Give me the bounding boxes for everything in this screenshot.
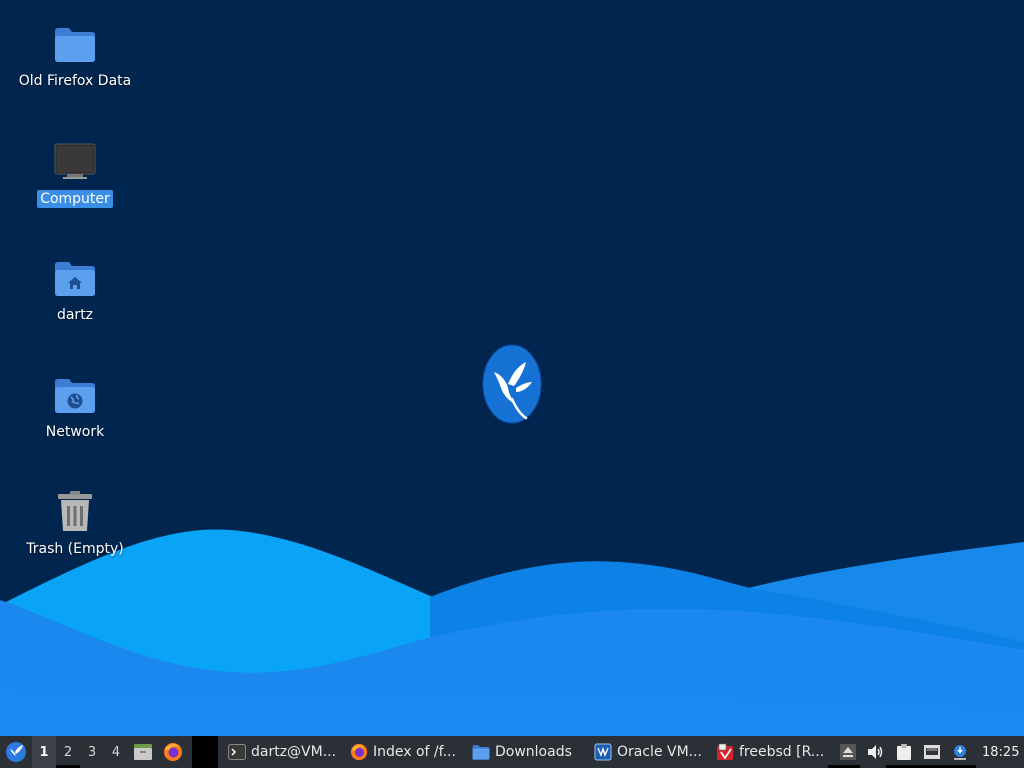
workspace-4[interactable]: 4 — [104, 736, 128, 768]
task-freebsd-vm[interactable]: freebsd [R... — [710, 736, 832, 768]
firefox-icon — [350, 743, 368, 761]
terminal-icon — [228, 744, 246, 760]
clipboard-icon — [897, 744, 911, 760]
virtualbox-icon — [594, 743, 612, 761]
trash-icon — [53, 490, 97, 534]
file-manager-icon — [134, 744, 152, 760]
task-label: freebsd [R... — [739, 744, 825, 760]
network-wired-icon — [924, 745, 940, 759]
workspace-switcher: 1 2 3 4 — [32, 736, 128, 768]
hummingbird-logo — [482, 344, 542, 424]
file-manager-launcher[interactable] — [128, 736, 158, 768]
task-list: dartz@VM... Index of /f... Downloads Ora… — [222, 736, 832, 768]
desktop-icon-label: dartz — [56, 307, 94, 323]
update-notifier-icon — [954, 745, 966, 760]
task-firefox[interactable]: Index of /f... — [344, 736, 466, 768]
desktop-icon-label: Computer — [37, 190, 113, 208]
workspace-2[interactable]: 2 — [56, 736, 80, 768]
virtualbox-vm-icon — [717, 743, 733, 760]
taskbar: 1 2 3 4 dartz@VM... Index of /f... Downl… — [0, 736, 1024, 768]
computer-icon — [53, 140, 97, 184]
desktop-icon-old-firefox-data[interactable]: Old Firefox Data — [10, 22, 140, 90]
network-button[interactable] — [918, 736, 946, 768]
folder-icon — [53, 22, 97, 66]
desktop-icon-label: Trash (Empty) — [26, 541, 124, 557]
task-label: dartz@VM... — [251, 744, 337, 760]
desktop-icon-label: Network — [45, 424, 105, 440]
desktop-icon-computer[interactable]: Computer — [10, 140, 140, 208]
home-folder-icon — [53, 256, 97, 300]
desktop-icon-network[interactable]: Network — [10, 373, 140, 441]
desktop-icon-trash[interactable]: Trash (Empty) — [10, 490, 140, 558]
task-label: Index of /f... — [373, 744, 456, 760]
eject-button[interactable] — [834, 736, 862, 768]
task-terminal[interactable]: dartz@VM... — [222, 736, 344, 768]
desktop-icon-label: Old Firefox Data — [18, 73, 132, 89]
whisker-menu-button[interactable] — [0, 736, 32, 768]
eject-icon — [840, 744, 856, 760]
network-folder-icon — [53, 373, 97, 417]
workspace-3[interactable]: 3 — [80, 736, 104, 768]
system-tray: 18:25 — [834, 736, 1023, 768]
task-label: Downloads — [495, 744, 572, 760]
taskbar-separator — [192, 736, 218, 768]
clock[interactable]: 18:25 — [974, 745, 1023, 760]
task-virtualbox[interactable]: Oracle VM... — [588, 736, 710, 768]
firefox-launcher[interactable] — [158, 736, 188, 768]
whisker-menu-icon — [6, 742, 26, 762]
task-label: Oracle VM... — [617, 744, 703, 760]
volume-button[interactable] — [862, 736, 890, 768]
update-notifier-button[interactable] — [946, 736, 974, 768]
task-downloads[interactable]: Downloads — [466, 736, 588, 768]
workspace-1[interactable]: 1 — [32, 736, 56, 768]
clipboard-button[interactable] — [890, 736, 918, 768]
firefox-icon — [164, 743, 182, 761]
volume-icon — [868, 745, 883, 759]
desktop-icon-dartz[interactable]: dartz — [10, 256, 140, 324]
folder-icon — [472, 745, 490, 760]
